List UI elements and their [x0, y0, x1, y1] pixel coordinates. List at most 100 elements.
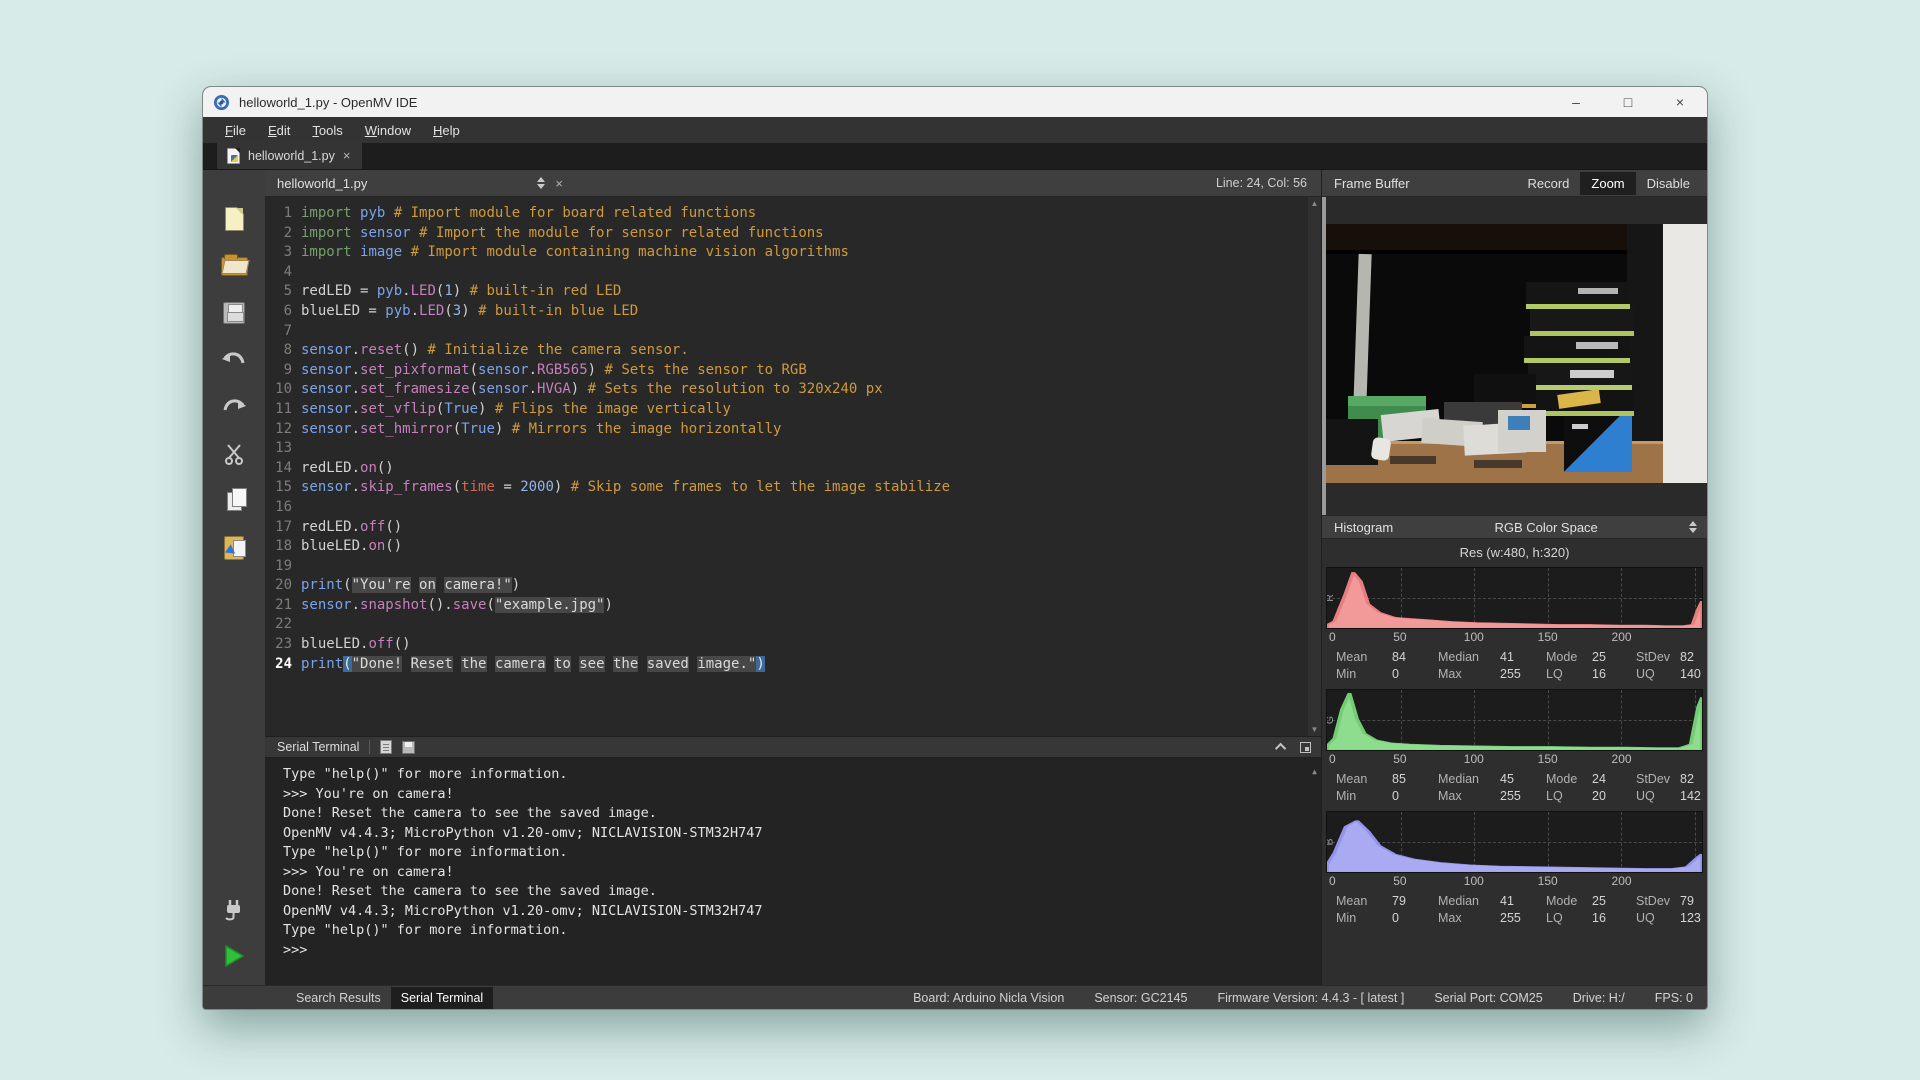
popout-terminal-icon[interactable]: [1300, 742, 1311, 753]
copy-button[interactable]: [217, 486, 251, 516]
code-line-20: 20print("You're on camera!"): [265, 576, 1308, 596]
stat-value: 79: [1392, 894, 1438, 908]
code-text: import pyb # Import module for board rel…: [301, 204, 756, 224]
screen: [1508, 416, 1530, 430]
status-field: Board: Arduino Nicla Vision: [913, 991, 1064, 1005]
record-button[interactable]: Record: [1516, 172, 1580, 195]
frame-buffer-header: Frame Buffer RecordZoomDisable: [1322, 170, 1707, 197]
undo-icon: [221, 349, 247, 371]
code-line-21: 21sensor.snapshot().save("example.jpg"): [265, 596, 1308, 616]
code-line-3: 3import image # Import module containing…: [265, 243, 1308, 263]
terminal-line: >>> You're on camera!: [283, 863, 1321, 883]
save-button[interactable]: [217, 298, 251, 328]
run-icon: [223, 944, 245, 968]
scroll-down-icon[interactable]: ▼: [1311, 725, 1319, 734]
tab-close-icon[interactable]: ×: [343, 148, 351, 163]
undo-button[interactable]: [217, 345, 251, 375]
frame-buffer-title: Frame Buffer: [1334, 176, 1410, 191]
color-space-dropdown[interactable]: RGB Color Space: [1393, 520, 1699, 535]
r-histogram-plot: R: [1326, 567, 1703, 629]
serial-terminal-title: Serial Terminal: [277, 740, 359, 754]
stat-label: Mode: [1546, 894, 1592, 908]
line-number: 19: [265, 557, 301, 577]
line-number: 2: [265, 224, 301, 244]
terminal-scroll-up-icon[interactable]: ▲: [1312, 762, 1317, 782]
menu-item-window[interactable]: Window: [355, 120, 421, 141]
g-histogram-curve: [1327, 690, 1702, 750]
white-post: [1353, 254, 1371, 406]
code-line-7: 7: [265, 322, 1308, 342]
white-object: [1371, 437, 1392, 461]
code-line-14: 14redLED.on(): [265, 459, 1308, 479]
serial-terminal-output[interactable]: ▲ Type "help()" for more information.>>>…: [265, 758, 1321, 985]
line-number: 21: [265, 596, 301, 616]
line-number: 10: [265, 380, 301, 400]
document-selector-icon[interactable]: [537, 177, 545, 189]
tab-helloworld[interactable]: helloworld_1.py ×: [217, 142, 362, 169]
save-log-icon[interactable]: [402, 741, 415, 754]
dark-column: [1627, 224, 1663, 454]
code-text: sensor.reset() # Initialize the camera s…: [301, 341, 689, 361]
r-channel-stats: Mean84Median41Mode25StDev82Min0Max255LQ1…: [1326, 647, 1703, 687]
stat-value: 16: [1592, 667, 1636, 681]
tick-label: 50: [1393, 630, 1406, 644]
run-button[interactable]: [217, 941, 251, 971]
channel-letter: G: [1326, 716, 1336, 724]
g-channel-stats: Mean85Median45Mode24StDev82Min0Max255LQ2…: [1326, 769, 1703, 809]
python-file-icon: [227, 148, 240, 164]
zoom-button[interactable]: Zoom: [1580, 172, 1635, 195]
document-close-icon[interactable]: ×: [555, 176, 563, 191]
stat-value: 142: [1680, 789, 1708, 803]
code-editor[interactable]: 1import pyb # Import module for board re…: [265, 197, 1308, 736]
stat-value: 255: [1500, 911, 1546, 925]
save-icon: [223, 302, 245, 324]
minimize-button[interactable]: –: [1567, 94, 1585, 110]
new-file-button[interactable]: [217, 204, 251, 234]
menu-item-file[interactable]: File: [215, 120, 256, 141]
scroll-up-icon[interactable]: ▲: [1311, 199, 1319, 208]
stat-label: LQ: [1546, 789, 1592, 803]
openmv-logo-icon: [213, 94, 230, 111]
code-text: sensor.snapshot().save("example.jpg"): [301, 596, 613, 616]
paste-button[interactable]: [217, 533, 251, 563]
tick-label: 0: [1329, 630, 1336, 644]
status-tab-serial-terminal[interactable]: Serial Terminal: [391, 987, 493, 1009]
status-tab-search-results[interactable]: Search Results: [286, 987, 391, 1009]
line-number: 13: [265, 439, 301, 459]
menu-item-edit[interactable]: Edit: [258, 120, 300, 141]
stat-label: StDev: [1636, 650, 1680, 664]
code-line-8: 8sensor.reset() # Initialize the camera …: [265, 341, 1308, 361]
toolbar: [203, 170, 265, 985]
connect-button[interactable]: [217, 895, 251, 925]
status-field: Firmware Version: 4.4.3 - [ latest ]: [1217, 991, 1404, 1005]
stat-value: 255: [1500, 789, 1546, 803]
stat-value: 0: [1392, 789, 1438, 803]
status-field: FPS: 0: [1655, 991, 1693, 1005]
stat-label: Mean: [1336, 894, 1392, 908]
collapse-terminal-icon[interactable]: [1275, 743, 1286, 754]
line-number: 1: [265, 204, 301, 224]
export-log-icon[interactable]: [380, 740, 392, 754]
menu-item-help[interactable]: Help: [423, 120, 470, 141]
line-number: 18: [265, 537, 301, 557]
cut-button[interactable]: [217, 439, 251, 469]
stat-label: Median: [1438, 650, 1500, 664]
b-histogram-plot: B: [1326, 811, 1703, 873]
paste-icon: [224, 536, 244, 560]
menu-item-tools[interactable]: Tools: [302, 120, 352, 141]
cursor-position: Line: 24, Col: 56: [1216, 176, 1307, 190]
code-text: redLED.off(): [301, 518, 402, 538]
editor-scrollbar[interactable]: ▲ ▼: [1308, 197, 1321, 736]
open-folder-button[interactable]: [217, 251, 251, 281]
code-line-6: 6blueLED = pyb.LED(3) # built-in blue LE…: [265, 302, 1308, 322]
histogram-title: Histogram: [1334, 520, 1393, 535]
line-number: 14: [265, 459, 301, 479]
redo-button[interactable]: [217, 392, 251, 422]
stat-label: Min: [1336, 789, 1392, 803]
maximize-button[interactable]: □: [1619, 94, 1637, 110]
close-button[interactable]: ×: [1671, 94, 1689, 110]
barcode: [1474, 460, 1522, 468]
disable-button[interactable]: Disable: [1636, 172, 1701, 195]
stat-label: Mean: [1336, 772, 1392, 786]
tick-label: 0: [1329, 752, 1336, 766]
